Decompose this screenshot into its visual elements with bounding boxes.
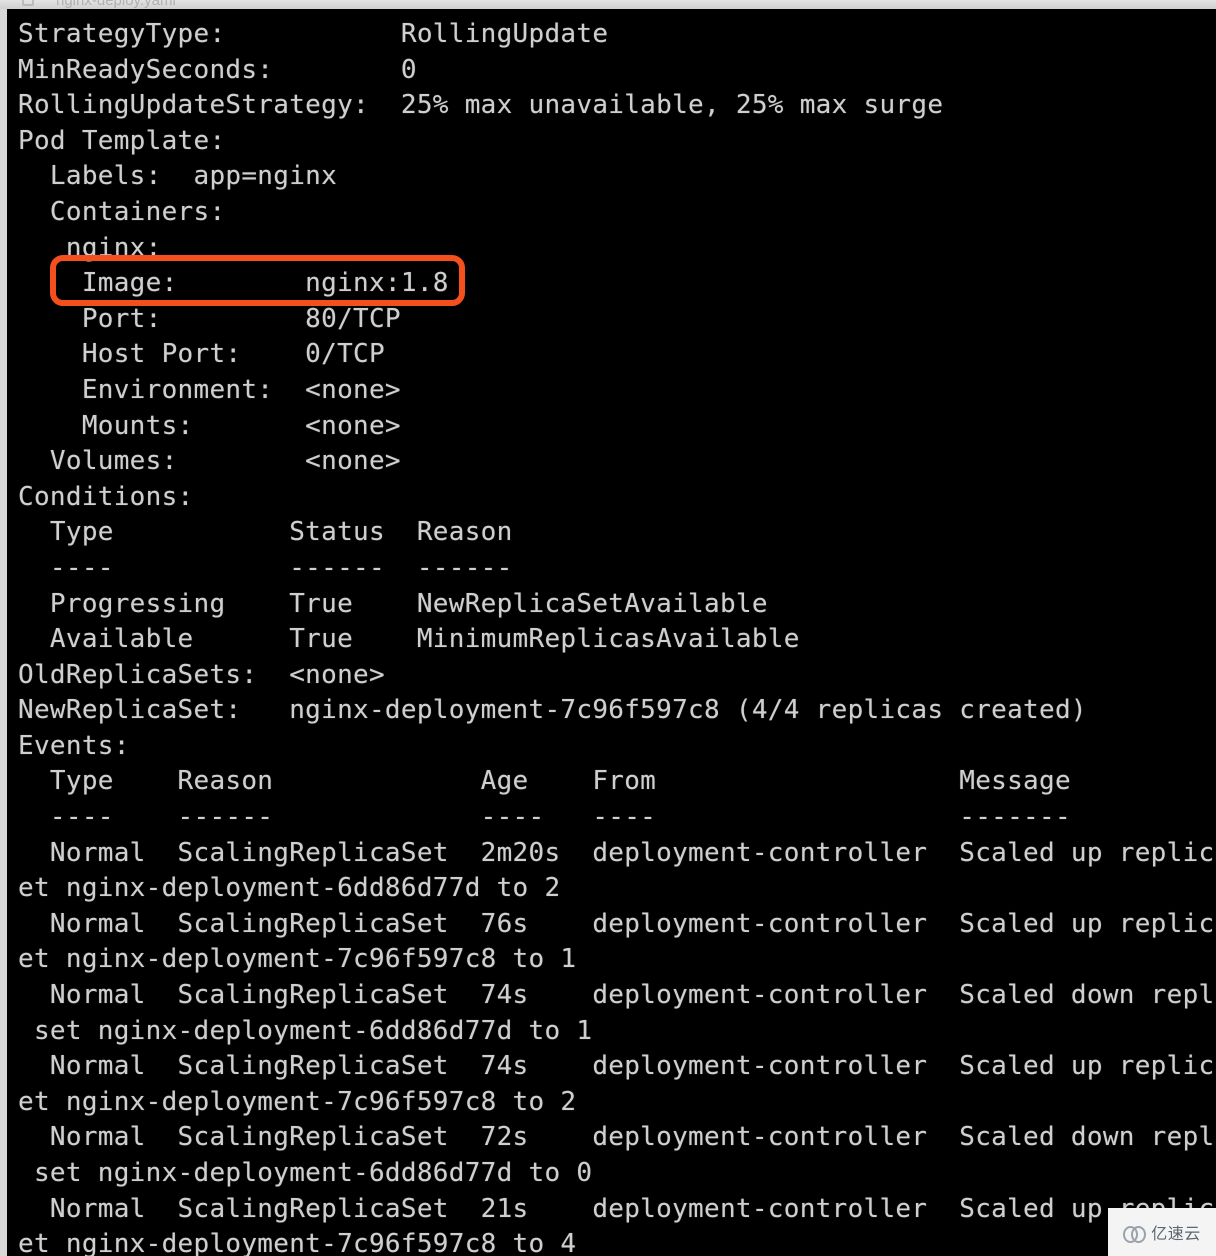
terminal-line: Labels: app=nginx [18,161,338,192]
terminal-line: Environment: <none> [18,374,401,405]
terminal-line: MinReadySeconds: 0 [18,54,417,85]
terminal-line: Normal ScalingReplicaSet 2m20s deploymen… [18,837,1216,868]
terminal-line: Normal ScalingReplicaSet 76s deployment-… [18,908,1216,939]
watermark-label: 亿速云 [1151,1224,1201,1243]
terminal-line: Available True MinimumReplicasAvailable [18,624,800,655]
terminal-line: Normal ScalingReplicaSet 74s deployment-… [18,980,1216,1011]
terminal-line: Volumes: <none> [18,446,401,477]
terminal-window: nginx-deploy.yaml StrategyType: RollingU… [0,0,1216,1256]
window-left-border [0,9,7,1256]
terminal-line: Normal ScalingReplicaSet 74s deployment-… [18,1051,1216,1082]
terminal-line: Events: [18,730,130,761]
terminal-line: StrategyType: RollingUpdate [18,19,609,49]
terminal-line: Containers: [18,196,226,227]
terminal-line: set nginx-deployment-6dd86d77d to 1 [18,1015,593,1046]
terminal-line: Host Port: 0/TCP [18,339,385,370]
terminal-line: Mounts: <none> [18,410,401,441]
file-icon [22,0,34,6]
terminal-line: Type Reason Age From Message [18,766,1071,797]
terminal-line: ---- ------ ------ [18,552,513,583]
terminal-line: OldReplicaSets: <none> [18,659,385,690]
terminal-line: Image: nginx:1.8 [18,268,449,299]
terminal-line: Normal ScalingReplicaSet 21s deployment-… [18,1193,1216,1224]
terminal-line: et nginx-deployment-7c96f597c8 to 2 [18,1086,577,1117]
terminal-line: nginx: [18,232,162,263]
window-titlebar[interactable]: nginx-deploy.yaml [0,0,1216,9]
terminal-line: NewReplicaSet: nginx-deployment-7c96f597… [18,695,1087,726]
terminal-line: Port: 80/TCP [18,303,401,334]
terminal-line: RollingUpdateStrategy: 25% max unavailab… [18,90,944,121]
terminal-line: Progressing True NewReplicaSetAvailable [18,588,768,619]
terminal-line: et nginx-deployment-7c96f597c8 to 1 [18,944,577,975]
watermark: 亿速云 [1108,1208,1216,1256]
terminal-output[interactable]: StrategyType: RollingUpdate MinReadySecon… [7,9,1216,1256]
window-title: nginx-deploy.yaml [56,0,176,9]
terminal-line: et nginx-deployment-6dd86d77d to 2 [18,873,561,904]
terminal-line: set nginx-deployment-6dd86d77d to 0 [18,1158,593,1188]
terminal-line: Conditions: [18,481,194,512]
terminal-line: Pod Template: [18,125,226,156]
cloud-logo-icon [1123,1224,1147,1243]
terminal-line: et nginx-deployment-7c96f597c8 to 4 [18,1229,577,1256]
terminal-line: Type Status Reason [18,517,513,548]
terminal-line: Normal ScalingReplicaSet 72s deployment-… [18,1122,1216,1153]
terminal-line: ---- ------ ---- ---- ------- [18,802,1071,833]
